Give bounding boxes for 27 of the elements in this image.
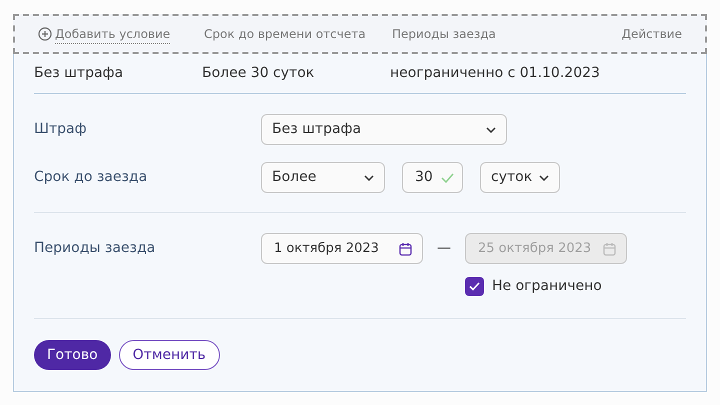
table-cell-text: Без штрафа <box>34 64 124 83</box>
calendar-icon <box>603 242 616 256</box>
chevron-down-icon <box>364 174 374 180</box>
checkbox[interactable] <box>465 277 484 296</box>
chevron-down-icon <box>486 126 496 132</box>
add-condition-link[interactable]: Добавить условие <box>38 24 204 44</box>
column-header: Действие <box>622 26 682 43</box>
done-button[interactable]: Готово <box>34 340 111 370</box>
column-header: Срок до времени отсчета <box>204 26 367 43</box>
date-field[interactable]: 1 октября 2023 <box>261 233 423 264</box>
column-header: Периоды заезда <box>392 26 497 43</box>
range-dash: — <box>436 239 452 258</box>
table-cell-text: Более 30 суток <box>202 64 316 83</box>
checkbox-label: Не ограничено <box>492 277 602 296</box>
cancel-button[interactable]: Отменить <box>118 340 220 370</box>
field-label: Срок до заезда <box>34 168 148 187</box>
checkmark-icon <box>469 282 480 291</box>
calendar-icon <box>399 242 412 256</box>
field-label: Штраф <box>34 120 88 139</box>
dropdown[interactable]: Более <box>261 162 385 193</box>
dropdown[interactable]: Без штрафа <box>261 114 507 145</box>
dropdown[interactable]: суток <box>480 162 560 193</box>
number-field[interactable]: 30 <box>402 162 463 193</box>
plus-circle-icon <box>38 27 52 41</box>
chevron-down-icon <box>539 174 549 180</box>
table-cell-text: неограниченно с 01.10.2023 <box>390 64 600 83</box>
field-label: Периоды заезда <box>34 239 156 258</box>
